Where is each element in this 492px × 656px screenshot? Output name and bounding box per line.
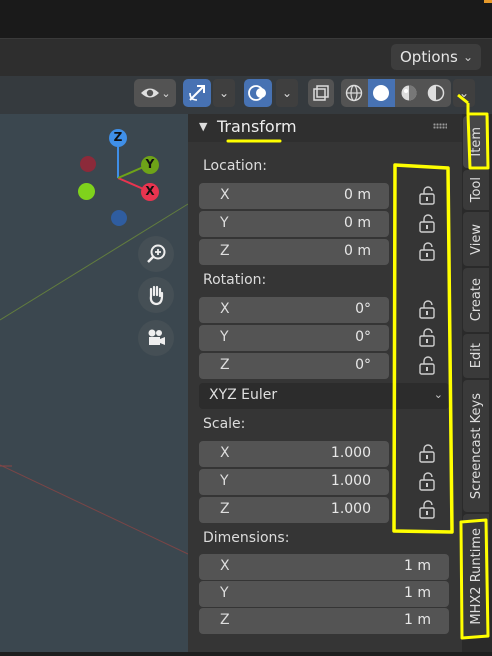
scale-y-field[interactable]: Y 1.000 xyxy=(199,469,389,495)
gizmo-axes-lines xyxy=(117,138,149,192)
field-axis: Y xyxy=(220,473,229,489)
chevron-down-icon: ⌄ xyxy=(433,388,443,401)
overlays-dropdown-chevron[interactable]: ⌄ xyxy=(276,79,298,107)
tab-screencast-keys[interactable]: Screencast Keys xyxy=(463,380,489,512)
location-label: Location: xyxy=(203,158,267,174)
active-area-indicator xyxy=(484,0,492,3)
gizmo-x-label: X xyxy=(145,184,155,198)
camera-view-button[interactable] xyxy=(138,320,174,356)
lock-icon[interactable] xyxy=(416,472,438,492)
field-value: 1.000 xyxy=(330,473,371,489)
dimensions-x-field[interactable]: X 1 m xyxy=(199,554,449,580)
location-y-field[interactable]: Y 0 m xyxy=(199,211,389,237)
tab-mhx2-runtime[interactable]: MHX2 Runtime xyxy=(463,514,489,638)
field-axis: Z xyxy=(220,501,230,517)
top-bar xyxy=(0,0,492,38)
rotation-y-field[interactable]: Y 0° xyxy=(199,325,389,351)
lock-icon[interactable] xyxy=(416,186,438,206)
camera-icon xyxy=(148,329,165,345)
gizmo-icon xyxy=(184,79,210,107)
field-value: 0° xyxy=(355,301,371,317)
lock-icon[interactable] xyxy=(416,242,438,262)
field-axis: X xyxy=(220,301,230,317)
drag-handle-icon[interactable] xyxy=(433,123,447,129)
gizmo-dropdown-chevron[interactable]: ⌄ xyxy=(213,79,235,107)
tab-create[interactable]: Create xyxy=(463,268,489,332)
rotation-z-field[interactable]: Z 0° xyxy=(199,353,389,379)
field-axis: X xyxy=(220,558,230,574)
tab-label: Edit xyxy=(468,343,484,369)
pan-button[interactable] xyxy=(138,277,174,313)
tab-edit[interactable]: Edit xyxy=(463,334,489,378)
panel-title: Transform xyxy=(217,117,297,136)
lock-icon[interactable] xyxy=(416,444,438,464)
rotation-label: Rotation: xyxy=(203,272,267,288)
field-axis: Z xyxy=(220,357,230,373)
field-value: 0 m xyxy=(344,187,371,203)
lock-icon[interactable] xyxy=(416,356,438,376)
tab-label: Item xyxy=(468,127,484,157)
rotation-x-field[interactable]: X 0° xyxy=(199,297,389,323)
rendered-shading-icon[interactable] xyxy=(423,79,449,107)
dimensions-label: Dimensions: xyxy=(203,530,290,546)
field-value: 1.000 xyxy=(330,445,371,461)
location-x-field[interactable]: X 0 m xyxy=(199,183,389,209)
scale-x-field[interactable]: X 1.000 xyxy=(199,441,389,467)
hand-icon xyxy=(149,285,164,306)
lock-icon[interactable] xyxy=(416,500,438,520)
gizmo-z-label: Z xyxy=(113,130,123,144)
chevron-down-icon: ⌄ xyxy=(161,86,171,100)
tab-view[interactable]: View xyxy=(463,212,489,266)
gizmo-neg-x-axis[interactable] xyxy=(80,156,96,172)
zoom-button[interactable] xyxy=(138,236,174,272)
dimensions-y-field[interactable]: Y 1 m xyxy=(199,581,449,607)
xray-icon xyxy=(308,79,334,107)
field-axis: Y xyxy=(220,215,229,231)
field-value: 0° xyxy=(355,357,371,373)
field-value: 0 m xyxy=(344,215,371,231)
options-label: Options xyxy=(400,48,458,66)
lock-icon[interactable] xyxy=(416,214,438,234)
overlays-icon xyxy=(245,79,271,107)
field-value: 1 m xyxy=(404,558,431,574)
material-shading-icon[interactable] xyxy=(396,79,422,107)
gizmo-neg-y-axis[interactable] xyxy=(78,183,95,200)
chevron-down-icon: ⌄ xyxy=(462,50,473,64)
shading-dropdown-chevron[interactable]: ⌄ xyxy=(453,79,475,107)
rotation-mode-value: XYZ Euler xyxy=(209,387,278,403)
field-value: 0 m xyxy=(344,243,371,259)
field-value: 0° xyxy=(355,329,371,345)
scale-label: Scale: xyxy=(203,416,246,432)
field-axis: Z xyxy=(220,612,230,628)
tab-tool[interactable]: Tool xyxy=(463,170,489,210)
gizmo-neg-z-axis[interactable] xyxy=(111,210,127,226)
rotation-mode-select[interactable]: XYZ Euler ⌄ xyxy=(199,383,449,409)
collapse-triangle-icon[interactable]: ▼ xyxy=(199,120,207,133)
solid-shading-icon xyxy=(368,79,394,107)
wireframe-shading-icon[interactable] xyxy=(341,79,367,107)
dimensions-z-field[interactable]: Z 1 m xyxy=(199,608,449,634)
zoom-icon xyxy=(147,244,166,263)
field-value: 1 m xyxy=(404,585,431,601)
field-value: 1.000 xyxy=(330,501,371,517)
scale-z-field[interactable]: Z 1.000 xyxy=(199,497,389,523)
lock-icon[interactable] xyxy=(416,300,438,320)
field-axis: Y xyxy=(220,585,229,601)
lock-icon[interactable] xyxy=(416,328,438,348)
field-axis: X xyxy=(220,445,230,461)
tab-label: Screencast Keys xyxy=(468,392,484,500)
location-z-field[interactable]: Z 0 m xyxy=(199,239,389,265)
field-axis: X xyxy=(220,187,230,203)
tab-label: View xyxy=(468,223,484,255)
gizmo-y-label: Y xyxy=(145,157,155,171)
field-value: 1 m xyxy=(404,612,431,628)
tab-label: Create xyxy=(468,278,484,322)
tab-item[interactable]: Item xyxy=(463,116,489,168)
tab-label: Tool xyxy=(468,177,484,203)
options-dropdown[interactable]: Options ⌄ xyxy=(391,44,481,70)
tab-label: MHX2 Runtime xyxy=(468,527,484,625)
field-axis: Z xyxy=(220,243,230,259)
field-axis: Y xyxy=(220,329,229,345)
